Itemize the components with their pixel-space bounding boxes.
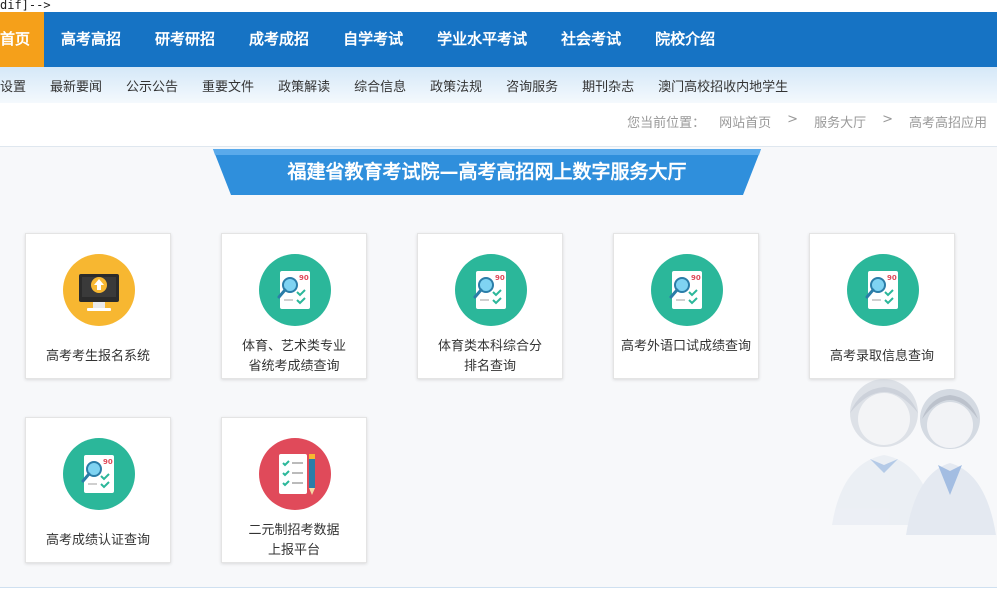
service-card-label: 高考录取信息查询 xyxy=(829,349,934,364)
service-card-label: 二元制招考数据 上报平台 xyxy=(222,521,366,561)
service-card-label-line: 体育、艺术类专业 xyxy=(241,339,346,354)
main-nav-shehui[interactable]: 社会考试 xyxy=(544,12,638,67)
sub-nav-journals[interactable]: 期刊杂志 xyxy=(570,76,646,95)
customer-service-mascot-icon xyxy=(832,379,996,535)
breadcrumb-separator: > xyxy=(882,112,893,127)
sub-nav-settings[interactable]: 设置 xyxy=(0,76,38,95)
service-hall-banner: 福建省教育考试院—高考高招网上数字服务大厅 xyxy=(213,149,761,195)
score-query-icon: 90 xyxy=(259,254,331,326)
main-nav-chengkao[interactable]: 成考成招 xyxy=(232,12,326,67)
score-query-icon: 90 xyxy=(847,254,919,326)
sub-nav: 设置 最新要闻 公示公告 重要文件 政策解读 综合信息 政策法规 咨询服务 期刊… xyxy=(0,67,997,103)
service-card-label-line: 排名查询 xyxy=(463,359,516,374)
main-nav-xueye[interactable]: 学业水平考试 xyxy=(420,12,544,67)
main-nav: 首页 高考高招 研考研招 成考成招 自学考试 学业水平考试 社会考试 院校介绍 xyxy=(0,12,997,67)
svg-text:90: 90 xyxy=(691,274,701,282)
checklist-pencil-icon xyxy=(259,438,331,510)
breadcrumb-home-link[interactable]: 网站首页 xyxy=(719,112,771,131)
monitor-upload-icon xyxy=(63,254,135,326)
service-card-label: 高考外语口试成绩查询 xyxy=(620,339,751,354)
sub-nav-regulations[interactable]: 政策法规 xyxy=(418,76,494,95)
main-nav-yuanxiao[interactable]: 院校介绍 xyxy=(638,12,732,67)
sub-nav-notices[interactable]: 公示公告 xyxy=(114,76,190,95)
svg-text:90: 90 xyxy=(887,274,897,282)
score-query-icon: 90 xyxy=(455,254,527,326)
service-card-label-line: 上报平台 xyxy=(267,543,320,558)
service-card-admission-query[interactable]: 90 高考录取信息查询 xyxy=(809,233,955,379)
sub-nav-consulting[interactable]: 咨询服务 xyxy=(494,76,570,95)
service-card-sports-ranking[interactable]: 90 体育类本科综合分 排名查询 xyxy=(417,233,563,379)
sub-nav-policy-interpretation[interactable]: 政策解读 xyxy=(266,76,342,95)
breadcrumb-service-hall-link[interactable]: 服务大厅 xyxy=(814,112,866,131)
sub-nav-documents[interactable]: 重要文件 xyxy=(190,76,266,95)
svg-text:90: 90 xyxy=(495,274,505,282)
main-nav-yankao[interactable]: 研考研招 xyxy=(138,12,232,67)
svg-text:90: 90 xyxy=(103,458,113,466)
stray-html-comment-text: dif]--> xyxy=(0,0,51,12)
sub-nav-general-info[interactable]: 综合信息 xyxy=(342,76,418,95)
service-card-score-certification[interactable]: 90 高考成绩认证查询 xyxy=(25,417,171,563)
breadcrumb-separator: > xyxy=(787,112,799,127)
service-card-label: 高考成绩认证查询 xyxy=(45,533,150,548)
sub-nav-macau[interactable]: 澳门高校招收内地学生 xyxy=(646,76,800,95)
service-card-label-line: 体育类本科综合分 xyxy=(437,339,542,354)
svg-text:90: 90 xyxy=(299,274,309,282)
score-query-icon: 90 xyxy=(63,438,135,510)
service-card-label: 体育类本科综合分 排名查询 xyxy=(418,337,562,377)
main-nav-gaokao[interactable]: 高考高招 xyxy=(44,12,138,67)
service-card-dual-system-data-upload[interactable]: 二元制招考数据 上报平台 xyxy=(221,417,367,563)
breadcrumb-current-link[interactable]: 高考高招应用 xyxy=(909,112,987,131)
service-hall-content: 福建省教育考试院—高考高招网上数字服务大厅 高考考生报名系统 90 体育、艺术类… xyxy=(0,146,997,588)
service-card-label: 高考考生报名系统 xyxy=(45,349,150,364)
service-card-label-line: 二元制招考数据 xyxy=(248,523,340,538)
service-card-registration[interactable]: 高考考生报名系统 xyxy=(25,233,171,379)
breadcrumb: 您当前位置： 网站首页 > 服务大厅 > 高考高招应用 xyxy=(627,112,987,131)
service-card-arts-sports-score[interactable]: 90 体育、艺术类专业 省统考成绩查询 xyxy=(221,233,367,379)
service-card-label-line: 省统考成绩查询 xyxy=(248,359,340,374)
main-nav-zixue[interactable]: 自学考试 xyxy=(326,12,420,67)
breadcrumb-label: 您当前位置： xyxy=(627,116,706,131)
score-query-icon: 90 xyxy=(651,254,723,326)
sub-nav-news[interactable]: 最新要闻 xyxy=(38,76,114,95)
service-card-label: 体育、艺术类专业 省统考成绩查询 xyxy=(222,337,366,377)
service-card-oral-english-score[interactable]: 90 高考外语口试成绩查询 xyxy=(613,233,759,379)
banner-title: 福建省教育考试院—高考高招网上数字服务大厅 xyxy=(287,161,687,183)
main-nav-home[interactable]: 首页 xyxy=(0,12,45,67)
